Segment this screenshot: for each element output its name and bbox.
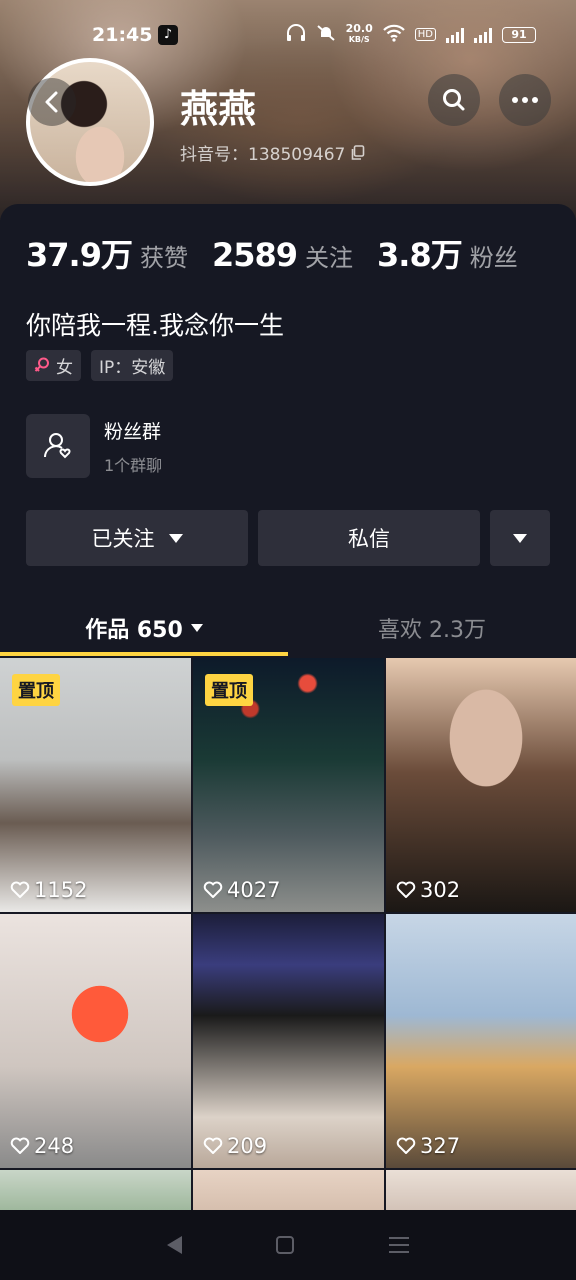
bio-text: 你陪我一程.我念你一生	[26, 311, 284, 340]
caret-down-icon	[168, 533, 183, 543]
profile-tags: 女 IP：安徽	[26, 350, 174, 381]
fan-group-subtitle: 1个群聊	[104, 455, 163, 475]
followed-label: 已关注	[91, 527, 155, 551]
speed-unit: KB/S	[348, 35, 370, 44]
heart-icon	[10, 1137, 30, 1154]
following-count[interactable]: 2589	[212, 236, 298, 274]
more-icon	[512, 97, 538, 103]
gender-tag: 女	[26, 350, 81, 381]
video-likes-count: 1152	[34, 878, 88, 902]
ip-tag: IP：安徽	[91, 350, 174, 381]
hd-badge: HD	[414, 28, 436, 41]
fan-group-icon	[44, 433, 71, 459]
more-button[interactable]	[499, 74, 551, 126]
copy-icon[interactable]	[351, 144, 365, 161]
video-thumbnail[interactable]	[0, 1170, 191, 1210]
fans-count[interactable]: 3.8万	[377, 230, 463, 276]
video-likes: 209	[203, 1134, 267, 1158]
video-thumbnail[interactable]: 327	[386, 914, 576, 1168]
network-speed: 20.0 KB/S	[345, 22, 373, 45]
douyin-id-text: 抖音号：138509467	[180, 145, 346, 165]
message-button[interactable]: 私信	[258, 510, 480, 566]
pinned-badge: 置顶	[205, 674, 253, 706]
status-icons: 20.0 KB/S HD 91	[286, 22, 536, 45]
video-thumbnail[interactable]: 302	[386, 658, 576, 912]
mute-icon	[316, 24, 336, 45]
heart-icon	[203, 1137, 223, 1154]
wifi-icon	[382, 24, 405, 45]
video-thumbnail[interactable]	[193, 1170, 384, 1210]
video-thumbnail[interactable]: 209	[193, 914, 384, 1168]
caret-down-icon	[513, 533, 527, 543]
caret-down-icon	[190, 624, 203, 632]
nav-recents-icon[interactable]	[388, 1237, 409, 1253]
video-likes-count: 302	[420, 878, 461, 902]
recommend-dropdown-button[interactable]	[490, 510, 550, 566]
video-likes: 327	[396, 1134, 460, 1158]
stats-row: 37.9万 获赞 2589 关注 3.8万 粉丝	[26, 230, 518, 276]
fan-group-icon-box	[26, 414, 90, 478]
chevron-left-icon	[45, 91, 58, 113]
nav-home-icon[interactable]	[276, 1236, 295, 1254]
headphones-icon	[286, 24, 306, 45]
content-tabs: 作品 650 喜欢 2.3万	[0, 600, 576, 656]
fan-group-entry[interactable]: 粉丝群 1个群聊	[26, 414, 162, 478]
status-bar: 21:45 ♪ 20.0 KB/S HD 91	[0, 0, 576, 72]
video-thumbnail[interactable]: 置顶 1152	[0, 658, 191, 912]
female-icon	[34, 357, 49, 372]
search-button[interactable]	[428, 74, 480, 126]
douyin-id: 抖音号：138509467	[180, 140, 365, 165]
tab-likes-label: 喜欢 2.3万	[378, 618, 486, 643]
likes-label: 获赞	[139, 244, 188, 272]
back-button[interactable]	[28, 78, 76, 126]
heart-icon	[203, 881, 223, 898]
video-thumbnail[interactable]: 248	[0, 914, 191, 1168]
fans-label[interactable]: 粉丝	[470, 238, 518, 273]
heart-icon	[396, 881, 416, 898]
video-grid: 置顶 1152 置顶 4027 302 248 209 327	[0, 658, 576, 1210]
profile-name: 燕燕	[180, 87, 257, 131]
followed-button[interactable]: 已关注	[26, 510, 248, 566]
video-likes: 302	[396, 878, 460, 902]
pinned-badge: 置顶	[12, 674, 60, 706]
video-likes: 248	[10, 1134, 74, 1158]
video-likes-count: 327	[420, 1134, 461, 1158]
video-likes-count: 248	[34, 1134, 75, 1158]
tiktok-notification-icon: ♪	[158, 25, 178, 45]
active-tab-indicator	[0, 652, 288, 656]
heart-icon	[10, 881, 30, 898]
system-navigation-bar	[0, 1210, 576, 1280]
fan-group-title: 粉丝群	[104, 420, 162, 443]
video-thumbnail[interactable]: 置顶 4027	[193, 658, 384, 912]
tab-likes[interactable]: 喜欢 2.3万	[288, 600, 576, 656]
tab-works[interactable]: 作品 650	[0, 600, 288, 656]
status-time: 21:45	[92, 24, 153, 46]
message-label: 私信	[348, 527, 390, 551]
video-likes-count: 4027	[227, 878, 281, 902]
signal-1-icon	[446, 27, 464, 43]
video-likes: 1152	[10, 878, 87, 902]
video-likes-count: 209	[227, 1134, 268, 1158]
battery-indicator: 91	[502, 26, 536, 43]
fan-group-text: 粉丝群 1个群聊	[104, 417, 162, 476]
video-thumbnail[interactable]	[386, 1170, 576, 1210]
tab-works-label: 作品 650	[85, 618, 183, 643]
action-row: 已关注 私信	[26, 510, 550, 566]
search-icon	[443, 89, 465, 111]
likes-count: 37.9万	[26, 236, 133, 274]
video-likes: 4027	[203, 878, 280, 902]
speed-value: 20.0	[345, 22, 373, 35]
nav-back-icon[interactable]	[167, 1236, 183, 1254]
following-label[interactable]: 关注	[305, 238, 353, 273]
gender-label: 女	[56, 358, 73, 378]
signal-2-icon	[474, 27, 492, 43]
heart-icon	[396, 1137, 416, 1154]
